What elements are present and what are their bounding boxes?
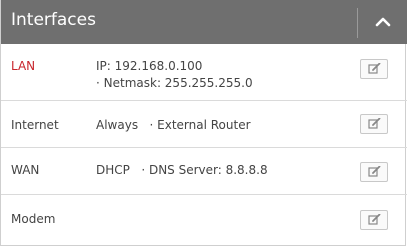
edit-button-internet[interactable] [360,114,388,134]
edit-button-wan[interactable] [360,162,388,182]
interface-detail-internet: Always · External Router [96,118,251,132]
panel-title: Interfaces [11,10,96,30]
interface-row-wan: WAN DHCP · DNS Server: 8.8.8.8 [1,148,407,195]
edit-button-lan[interactable] [360,59,388,79]
edit-icon [368,166,381,177]
edit-icon [368,63,381,74]
header-divider [357,8,358,38]
interface-ip: IP: 192.168.0.100 [96,59,203,73]
interfaces-panel: Interfaces LAN IP: 192.168.0.100 · Netma… [0,0,407,246]
edit-button-modem[interactable] [360,210,388,230]
interface-name-lan: LAN [11,59,36,73]
panel-header: Interfaces [1,0,407,44]
interface-name-modem: Modem [11,212,56,226]
interface-netmask: · Netmask: 255.255.255.0 [96,76,253,90]
interface-name-wan: WAN [11,163,40,177]
interface-row-lan: LAN IP: 192.168.0.100 · Netmask: 255.255… [1,44,407,101]
collapse-button[interactable] [359,0,407,44]
interface-name-internet: Internet [11,118,59,132]
edit-icon [368,214,381,225]
edit-icon [368,118,381,129]
interface-row-modem: Modem [1,195,407,246]
interface-detail-wan: DHCP · DNS Server: 8.8.8.8 [96,163,268,177]
chevron-up-icon [375,17,391,27]
interface-row-internet: Internet Always · External Router [1,101,407,148]
